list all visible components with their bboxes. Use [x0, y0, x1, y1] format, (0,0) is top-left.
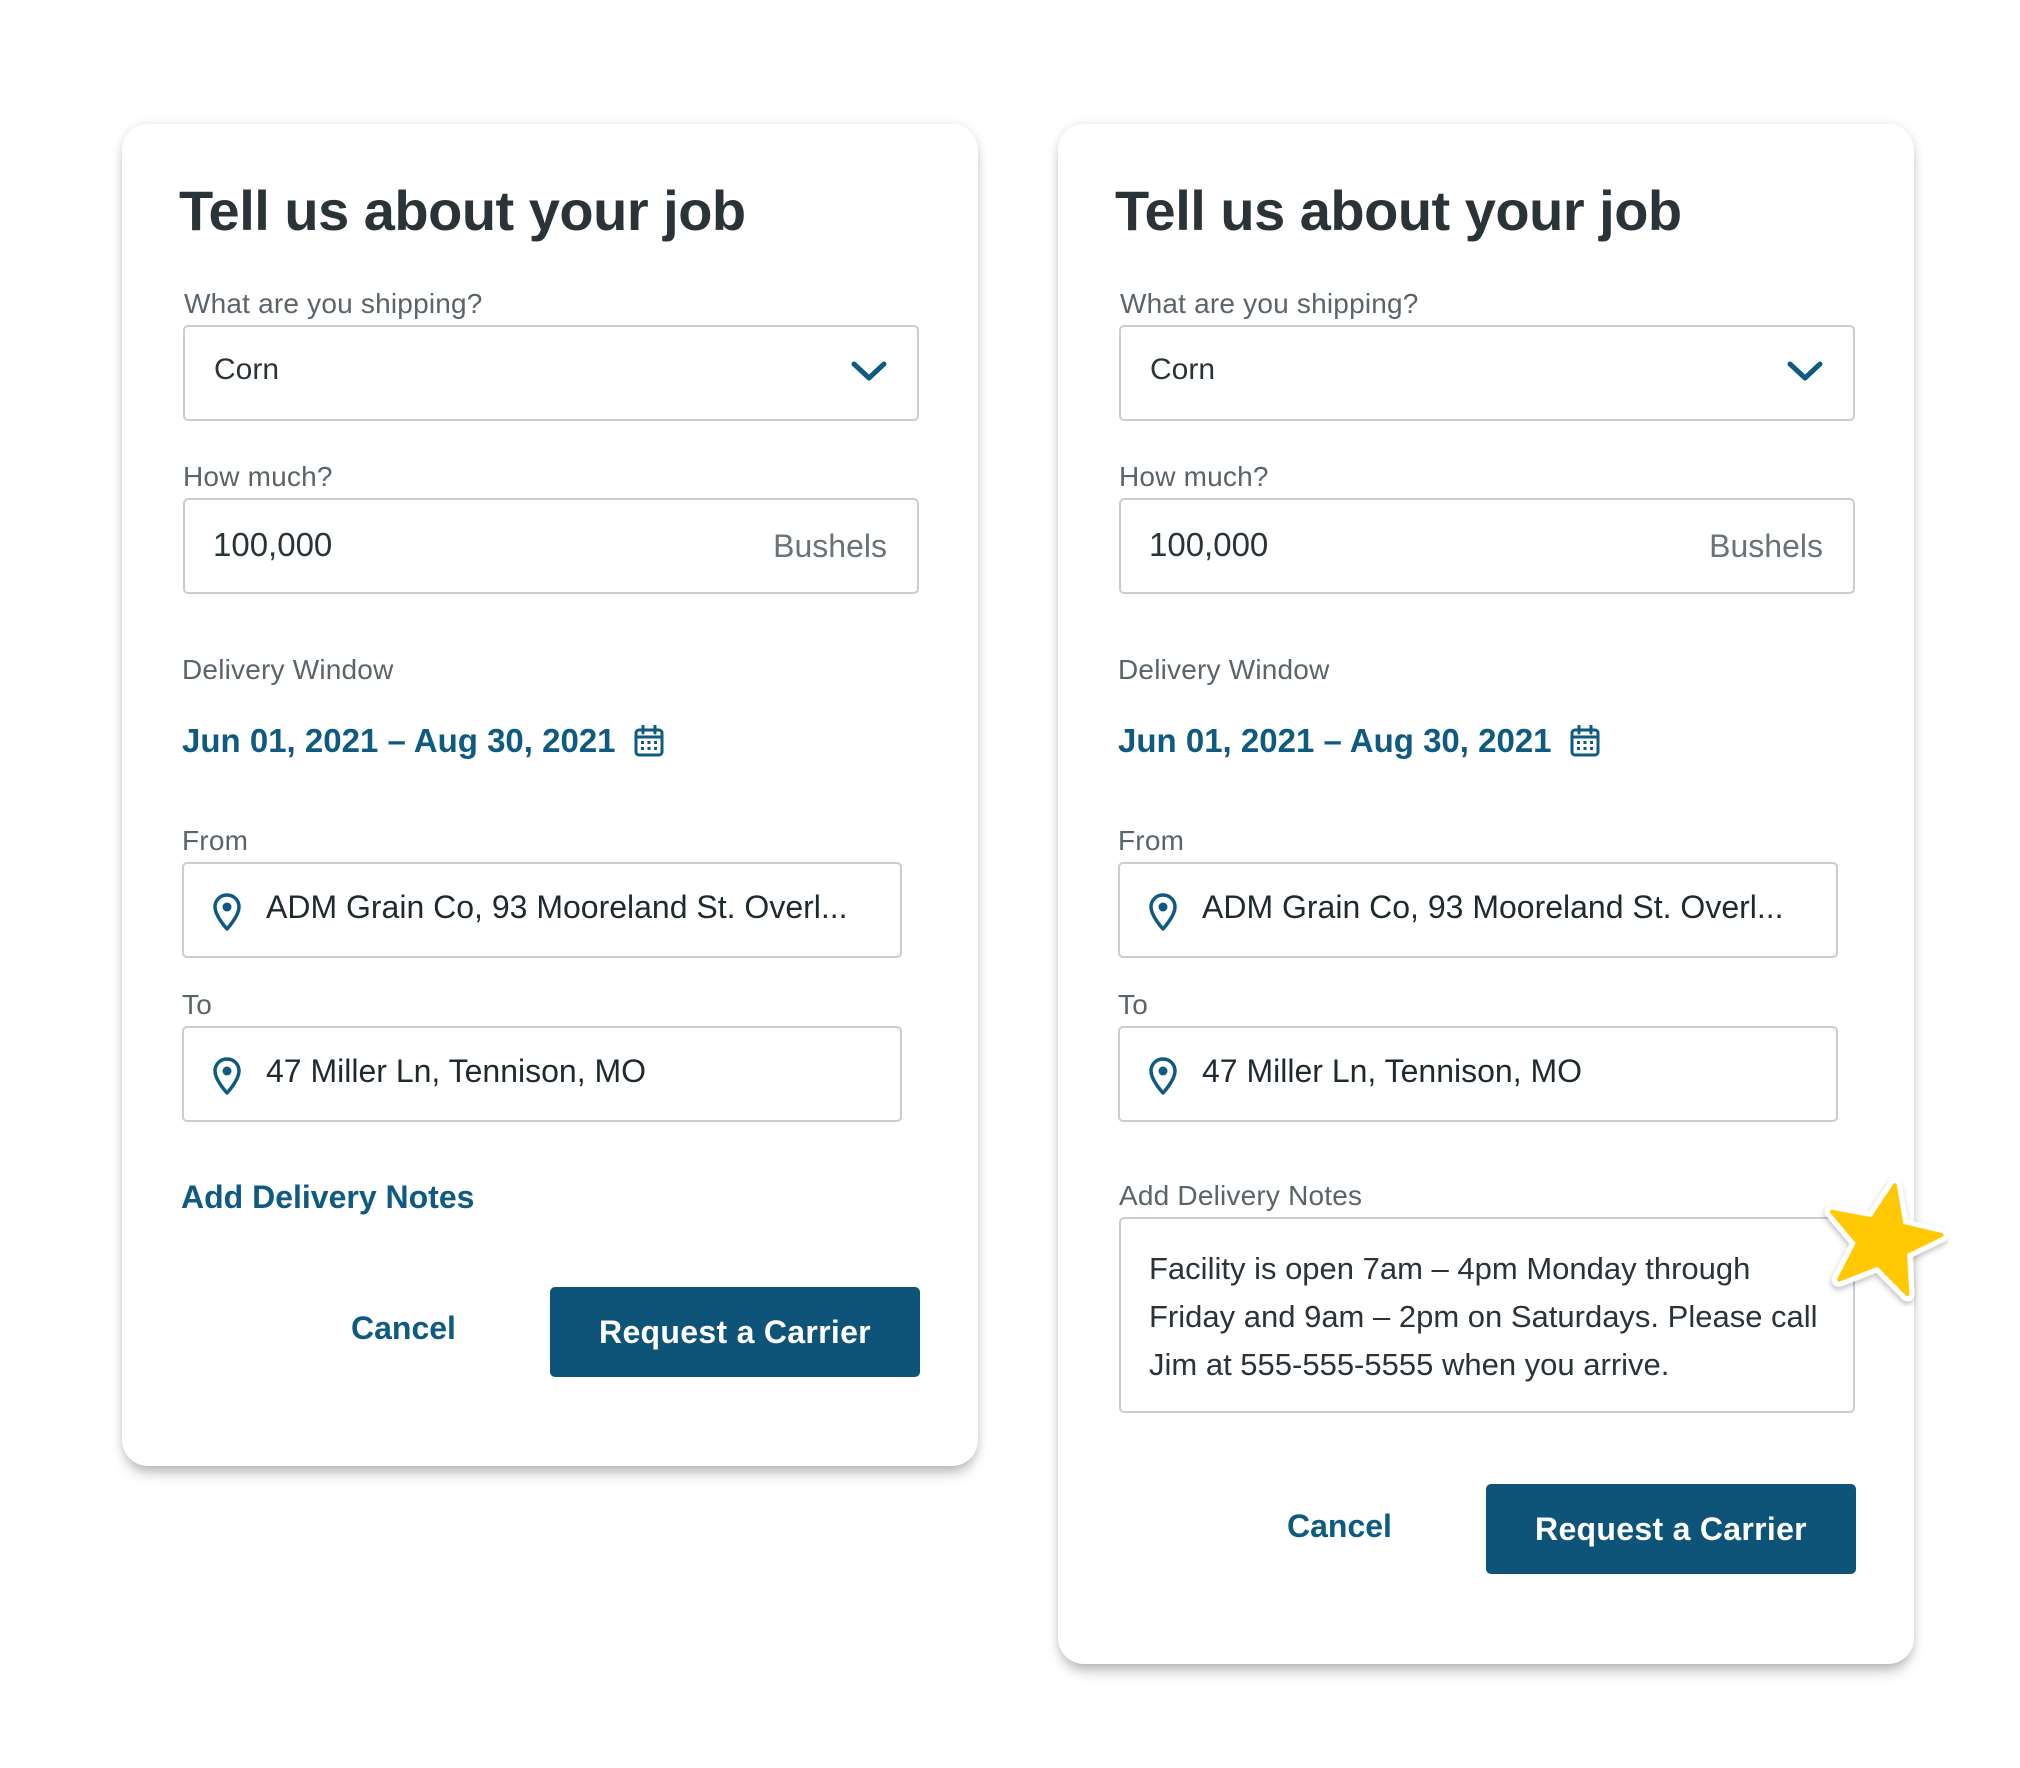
shipping-select-value: Corn — [1150, 353, 1216, 386]
delivery-notes-label: Add Delivery Notes — [1119, 1180, 1363, 1211]
amount-unit: Bushels — [773, 528, 887, 564]
to-location-value: 47 Miller Ln, Tennison, MO — [266, 1053, 647, 1089]
cancel-button[interactable]: Cancel — [351, 1310, 456, 1347]
star-icon — [1824, 1178, 1948, 1302]
delivery-notes-value: Facility is open 7am – 4pm Monday throug… — [1149, 1251, 1818, 1382]
location-pin-icon — [213, 893, 241, 931]
from-location-input[interactable]: ADM Grain Co, 93 Mooreland St. Overl... — [1118, 862, 1838, 958]
delivery-window-label: Delivery Window — [1118, 654, 1330, 685]
calendar-icon[interactable] — [634, 725, 664, 757]
job-form-card-expanded: Tell us about your job What are you ship… — [1058, 124, 1914, 1664]
from-location-input[interactable]: ADM Grain Co, 93 Mooreland St. Overl... — [182, 862, 902, 958]
from-location-value: ADM Grain Co, 93 Mooreland St. Overl... — [1202, 889, 1784, 925]
cancel-button[interactable]: Cancel — [1287, 1508, 1392, 1545]
shipping-select[interactable]: Corn — [183, 325, 919, 421]
shipping-label: What are you shipping? — [184, 288, 483, 319]
amount-input[interactable]: 100,000 Bushels — [1119, 498, 1855, 594]
amount-unit: Bushels — [1709, 528, 1823, 564]
shipping-label: What are you shipping? — [1120, 288, 1419, 319]
delivery-window-picker[interactable]: Jun 01, 2021 – Aug 30, 2021 — [182, 722, 664, 760]
add-delivery-notes-link[interactable]: Add Delivery Notes — [181, 1179, 474, 1216]
amount-label: How much? — [183, 461, 333, 492]
to-label: To — [182, 989, 212, 1020]
amount-input-value: 100,000 — [1149, 526, 1269, 563]
form-title: Tell us about your job — [1115, 179, 1682, 242]
delivery-window-picker[interactable]: Jun 01, 2021 – Aug 30, 2021 — [1118, 722, 1600, 760]
shipping-select-value: Corn — [214, 353, 280, 386]
chevron-down-icon[interactable] — [1785, 357, 1825, 385]
delivery-window-value: Jun 01, 2021 – Aug 30, 2021 — [1118, 722, 1552, 759]
to-location-value: 47 Miller Ln, Tennison, MO — [1202, 1053, 1583, 1089]
from-location-value: ADM Grain Co, 93 Mooreland St. Overl... — [266, 889, 848, 925]
location-pin-icon — [1149, 1057, 1177, 1095]
to-location-input[interactable]: 47 Miller Ln, Tennison, MO — [182, 1026, 902, 1122]
to-label: To — [1118, 989, 1148, 1020]
amount-label: How much? — [1119, 461, 1269, 492]
location-pin-icon — [213, 1057, 241, 1095]
from-label: From — [182, 825, 249, 856]
amount-input-value: 100,000 — [213, 526, 333, 563]
delivery-window-value: Jun 01, 2021 – Aug 30, 2021 — [182, 722, 616, 759]
comparison-stage: Tell us about your job What are you ship… — [0, 0, 2020, 1768]
shipping-select[interactable]: Corn — [1119, 325, 1855, 421]
request-carrier-button[interactable]: Request a Carrier — [550, 1287, 920, 1377]
calendar-icon[interactable] — [1570, 725, 1600, 757]
delivery-notes-textarea[interactable]: Facility is open 7am – 4pm Monday throug… — [1119, 1217, 1855, 1413]
delivery-window-label: Delivery Window — [182, 654, 394, 685]
from-label: From — [1118, 825, 1185, 856]
request-carrier-button[interactable]: Request a Carrier — [1486, 1484, 1856, 1574]
job-form-card-collapsed: Tell us about your job What are you ship… — [122, 124, 978, 1466]
form-title: Tell us about your job — [179, 179, 746, 242]
amount-input[interactable]: 100,000 Bushels — [183, 498, 919, 594]
to-location-input[interactable]: 47 Miller Ln, Tennison, MO — [1118, 1026, 1838, 1122]
chevron-down-icon[interactable] — [849, 357, 889, 385]
location-pin-icon — [1149, 893, 1177, 931]
